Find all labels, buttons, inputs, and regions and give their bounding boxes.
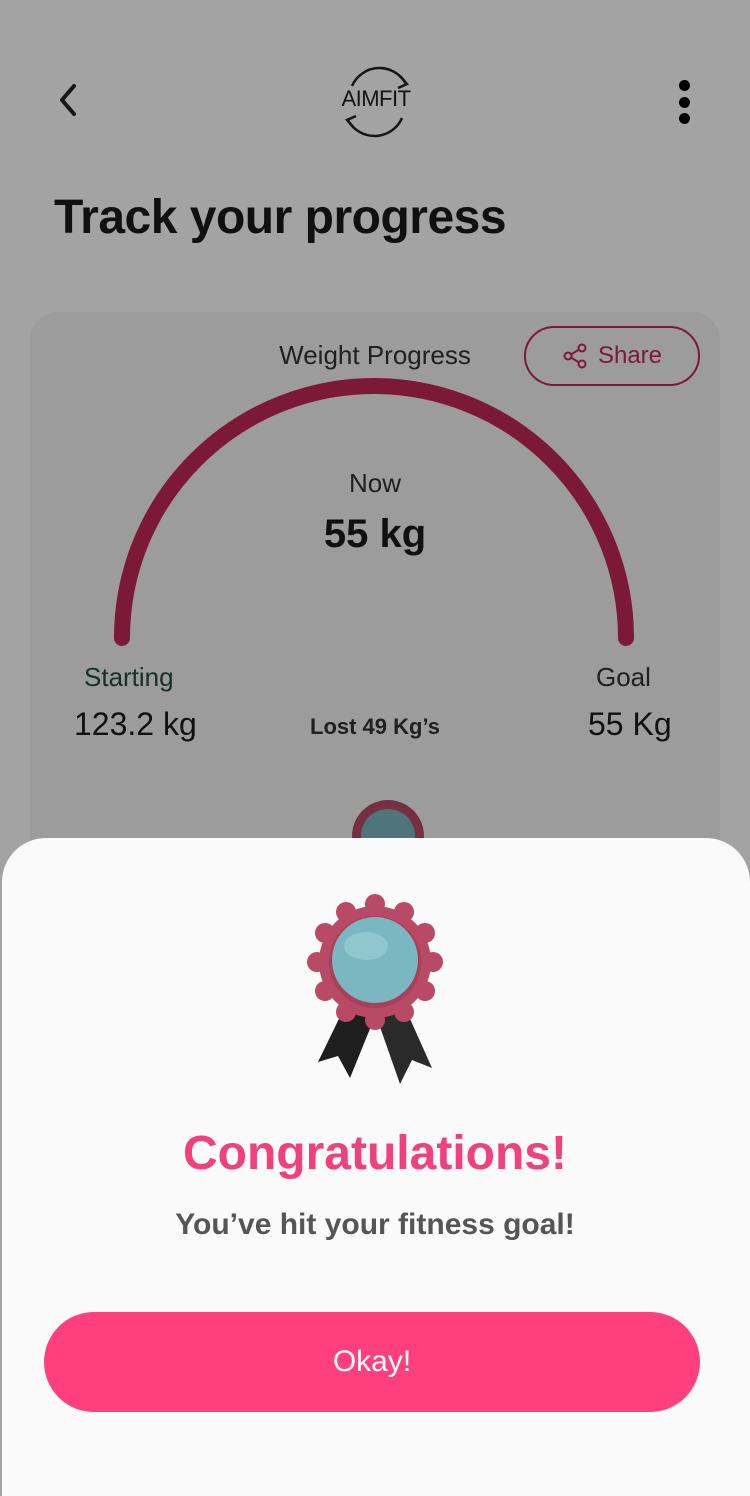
congrats-title: Congratulations!: [183, 1127, 567, 1180]
okay-button[interactable]: Okay!: [44, 1312, 700, 1412]
award-ribbon-icon: [307, 894, 443, 1084]
congrats-message: You’ve hit your fitness goal!: [175, 1208, 575, 1241]
screen: AIMFIT Track your progress Weight Progre…: [0, 0, 750, 1496]
